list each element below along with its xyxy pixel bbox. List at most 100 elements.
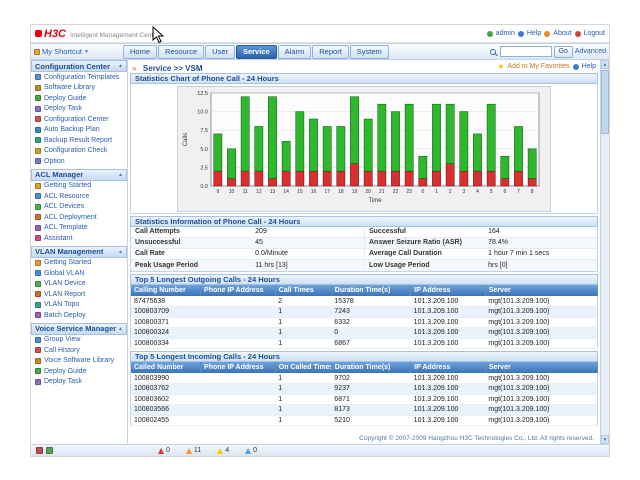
number-link-cell[interactable]: 100800324 [131, 328, 201, 339]
stats-value: 45 [252, 238, 364, 248]
sidebar-item-software-library[interactable]: Software Library [31, 83, 127, 94]
sidebar-section-title: ACL Manager [35, 170, 83, 179]
svg-text:18: 18 [338, 189, 344, 195]
sidebar-section-header-acl-manager[interactable]: ACL Manager ▲ [31, 169, 127, 181]
column-header-phone-ip-address[interactable]: Phone IP Address [201, 362, 276, 373]
sidebar-item-deploy-guide[interactable]: Deploy Guide [31, 366, 127, 377]
number-link-cell[interactable]: 100800334 [131, 338, 201, 349]
sidebar-item-global-vlan[interactable]: Global VLAN [31, 268, 127, 279]
alarm-item-major-alarm-icon[interactable]: 11 [186, 447, 201, 454]
logout-link[interactable]: Logout [584, 30, 605, 37]
column-header-phone-ip-address[interactable]: Phone IP Address [201, 285, 276, 296]
number-link-cell[interactable]: 100802455 [131, 415, 201, 426]
go-button[interactable]: Go [554, 46, 573, 58]
alarm-item-warning-alarm-icon[interactable]: 0 [245, 447, 257, 454]
tab-alarm[interactable]: Alarm [278, 45, 312, 59]
vertical-scrollbar[interactable]: ▲ ▼ [600, 60, 609, 444]
table-row: 10080033416867101.3.209.100mgt(101.3.209… [131, 338, 598, 349]
add-to-favorites-link[interactable]: Add to My Favorites [507, 63, 569, 70]
tab-system[interactable]: System [350, 45, 389, 59]
number-link-cell[interactable]: 100803990 [131, 373, 201, 384]
incoming-section-title: Top 5 Longest Incoming Calls - 24 Hours [130, 351, 598, 362]
sidebar-item-vlan-report[interactable]: VLAN Report [31, 289, 127, 300]
alarm-item-critical-alarm-icon[interactable]: 0 [158, 447, 170, 454]
my-shortcut-dropdown[interactable]: My Shortcut ▼ [34, 47, 120, 56]
svg-text:12: 12 [256, 189, 262, 195]
number-link-cell[interactable]: 100803709 [131, 307, 201, 318]
scroll-down-arrow-icon[interactable]: ▼ [601, 435, 609, 444]
number-link-cell[interactable]: 100803602 [131, 394, 201, 405]
alarm-item-minor-alarm-icon[interactable]: 4 [217, 447, 229, 454]
search-input[interactable] [500, 46, 552, 57]
sidebar-item-backup-result-report[interactable]: Backup Result Report [31, 135, 127, 146]
sidebar-item-configuration-templates[interactable]: Configuration Templates [31, 72, 127, 83]
column-header-called-number[interactable]: Called Number [131, 362, 201, 373]
column-header-on-called-times[interactable]: On Called Times [275, 362, 331, 373]
stats-value: 164 [485, 227, 597, 237]
sidebar-item-configuration-check[interactable]: Configuration Check [31, 146, 127, 157]
svg-text:10.0: 10.0 [197, 109, 208, 115]
collapse-icon[interactable]: ▲ [118, 326, 123, 332]
tab-service[interactable]: Service [236, 45, 277, 59]
outgoing-calls-table: Calling NumberPhone IP AddressCall Times… [130, 285, 598, 349]
sidebar-item-option[interactable]: Option [31, 156, 127, 167]
column-header-server[interactable]: Server [485, 362, 597, 373]
number-link-cell[interactable]: 100800371 [131, 317, 201, 328]
header: H3C Intelligent Management Center admin … [31, 25, 609, 43]
sidebar-item-voice-software-library[interactable]: Voice Software Library [31, 356, 127, 367]
svg-text:13: 13 [270, 189, 276, 195]
collapse-icon[interactable]: ▲ [118, 63, 123, 69]
tab-user[interactable]: User [205, 45, 235, 59]
sidebar-item-assistant[interactable]: Assistant [31, 233, 127, 244]
sidebar-item-deploy-task[interactable]: Deploy Task [31, 104, 127, 115]
column-header-ip-address[interactable]: IP Address [411, 285, 486, 296]
sidebar-item-label: Assistant [44, 235, 72, 242]
column-header-duration-time-s[interactable]: Duration Time(s) [331, 362, 410, 373]
sidebar-item-auto-backup-plan[interactable]: Auto Backup Plan [31, 125, 127, 136]
sidebar-item-getting-started[interactable]: Getting Started [31, 258, 127, 269]
tab-home[interactable]: Home [123, 45, 157, 59]
favorites-star-icon: ★ [497, 62, 504, 71]
help-link[interactable]: Help [527, 30, 541, 37]
sidebar-item-deploy-guide[interactable]: Deploy Guide [31, 93, 127, 104]
sidebar-item-call-history[interactable]: Call History [31, 345, 127, 356]
about-link[interactable]: About [553, 30, 571, 37]
sidebar-item-label: ACL Resource [44, 193, 89, 200]
number-link-cell[interactable]: 87475638 [131, 296, 201, 307]
stats-label: Average Call Duration [364, 249, 485, 259]
sidebar-item-deploy-task[interactable]: Deploy Task [31, 377, 127, 388]
sidebar-item-acl-resource[interactable]: ACL Resource [31, 191, 127, 202]
number-link-cell[interactable]: 100803566 [131, 405, 201, 416]
sidebar-section-header-configuration-center[interactable]: Configuration Center▲ [31, 60, 127, 72]
sidebar-item-vlan-topo[interactable]: VLAN Topo [31, 300, 127, 311]
breadcrumb: Service >> VSM [143, 64, 203, 73]
page-help-link[interactable]: Help [582, 63, 596, 70]
column-header-server[interactable]: Server [485, 285, 597, 296]
sidebar-item-acl-template[interactable]: ACL Template [31, 223, 127, 234]
tab-report[interactable]: Report [312, 45, 349, 59]
sidebar-item-configuration-center[interactable]: Configuration Center [31, 114, 127, 125]
sidebar-item-acl-devices[interactable]: ACL Devices [31, 202, 127, 213]
cell: mgt(101.3.209.100) [485, 415, 597, 426]
deploy-guide-icon [35, 95, 41, 101]
sidebar-item-group-view[interactable]: Group View [31, 335, 127, 346]
sidebar-item-batch-deploy[interactable]: Batch Deploy [31, 310, 127, 321]
advanced-link[interactable]: Advanced [575, 48, 606, 55]
tab-resource[interactable]: Resource [158, 45, 204, 59]
sidebar-section-header-vlan-management[interactable]: VLAN Management▲ [31, 246, 127, 258]
svg-text:5: 5 [490, 189, 493, 195]
sidebar-item-vlan-device[interactable]: VLAN Device [31, 279, 127, 290]
column-header-calling-number[interactable]: Calling Number [131, 285, 201, 296]
sidebar-section-header-voice-service-manager[interactable]: Voice Service Manager▲ [31, 323, 127, 335]
sidebar-item-getting-started[interactable]: Getting Started [31, 181, 127, 192]
sidebar-item-acl-deployment[interactable]: ACL Deployment [31, 212, 127, 223]
scrollbar-thumb[interactable] [601, 70, 609, 134]
collapse-icon[interactable]: ▲ [118, 172, 123, 178]
collapse-icon[interactable]: ▲ [118, 249, 123, 255]
outgoing-calls-section: Top 5 Longest Outgoing Calls - 24 Hours … [130, 274, 598, 349]
column-header-ip-address[interactable]: IP Address [411, 362, 486, 373]
scroll-up-arrow-icon[interactable]: ▲ [601, 60, 609, 69]
number-link-cell[interactable]: 100803762 [131, 384, 201, 395]
column-header-duration-time-s[interactable]: Duration Time(s) [331, 285, 410, 296]
column-header-call-times[interactable]: Call Times [275, 285, 331, 296]
